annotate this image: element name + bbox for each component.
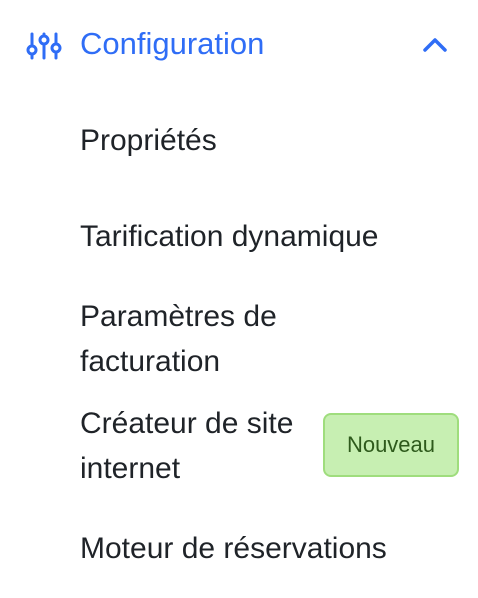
nav-item-label: Tarification dynamique xyxy=(80,220,379,253)
nav-item-billing-settings[interactable]: Paramètres de facturation xyxy=(80,294,450,384)
nav-item-dynamic-pricing[interactable]: Tarification dynamique xyxy=(80,214,450,259)
configuration-title: Configuration xyxy=(80,26,265,61)
nav-item-label: Moteur de réservations xyxy=(80,532,387,565)
nav-item-label: Paramètres de facturation xyxy=(80,300,277,378)
nav-item-label: Créateur de site internet xyxy=(80,407,294,485)
nav-item-properties[interactable]: Propriétés xyxy=(80,118,450,163)
nav-item-label: Propriétés xyxy=(80,124,217,157)
settings-sliders-icon xyxy=(26,32,62,60)
chevron-up-icon[interactable] xyxy=(420,34,450,56)
nav-item-booking-engine[interactable]: Moteur de réservations xyxy=(80,526,450,571)
configuration-section-toggle[interactable]: Configuration xyxy=(0,0,478,92)
new-badge: Nouveau xyxy=(323,413,459,477)
